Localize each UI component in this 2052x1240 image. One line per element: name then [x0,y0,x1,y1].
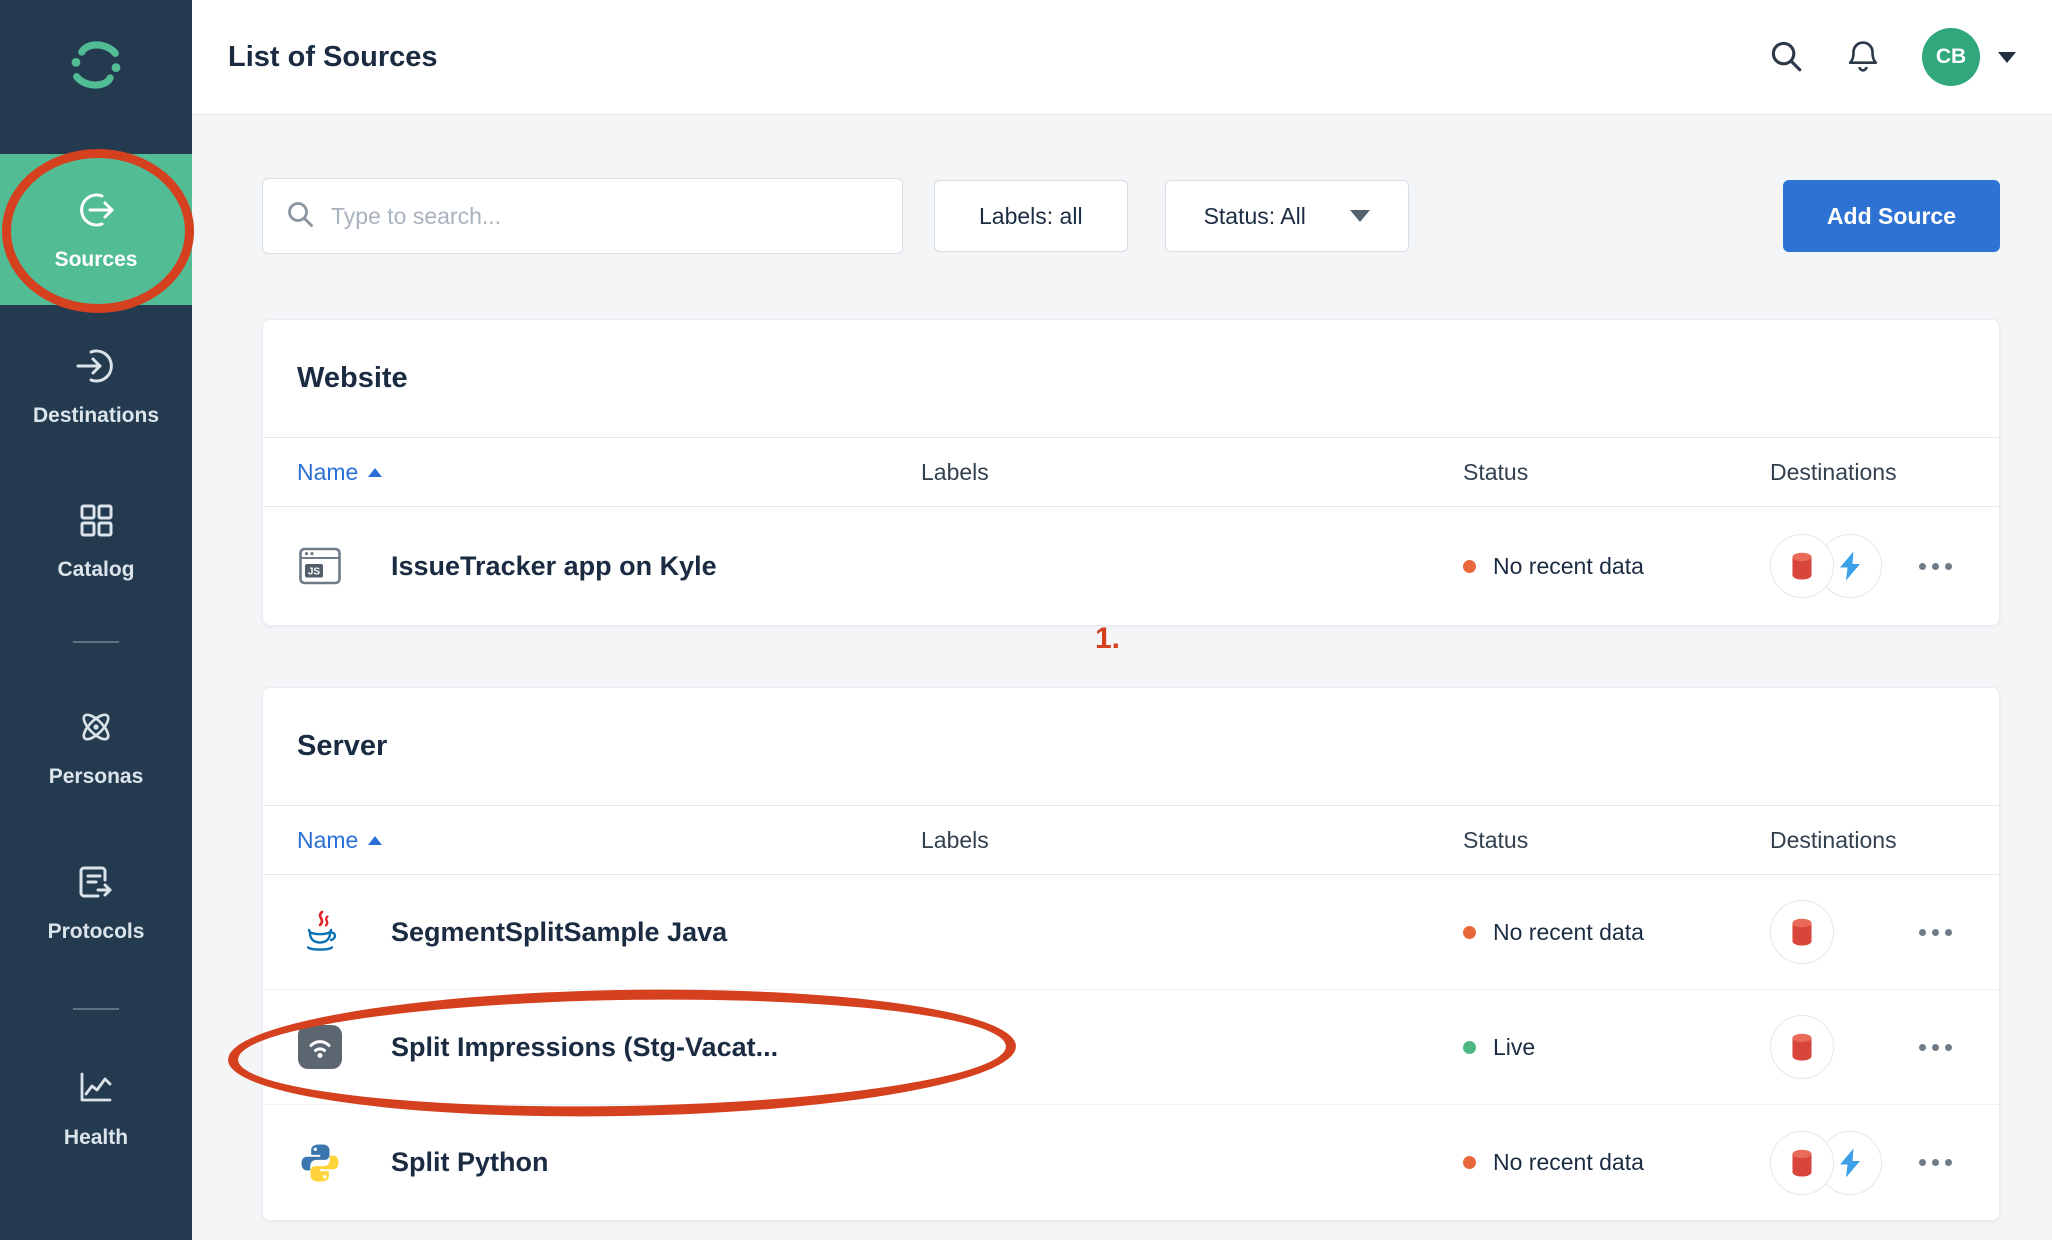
sidebar-item-personas[interactable]: Personas [0,705,192,789]
bolt-icon [1833,1146,1867,1180]
destination-badges [1770,534,1882,598]
row-menu-button[interactable] [1917,919,1954,946]
sidebar-item-label: Sources [55,248,138,272]
top-header: List of Sources CB [192,0,2052,115]
website-section-card: Website Name Labels Status Destinations [262,319,2000,626]
grid-icon [74,498,118,548]
bell-icon [1844,37,1882,78]
table-row[interactable]: Split Impressions (Stg-Vacat... Live [263,990,1999,1105]
database-icon [1784,914,1820,950]
bolt-icon [1833,549,1867,583]
destination-database-badge[interactable] [1770,534,1834,598]
table-row[interactable]: SegmentSplitSample Java No recent data [263,875,1999,990]
section-title: Server [263,688,1999,806]
segment-logo-icon[interactable] [65,34,127,101]
status-cell: No recent data [1463,919,1770,946]
sidebar-divider [73,641,119,643]
status-dot [1463,926,1476,939]
sort-ascending-icon [368,468,382,477]
javascript-icon: JS [297,543,343,589]
database-icon [1784,548,1820,584]
python-icon [297,1140,343,1186]
labels-filter-button[interactable]: Labels: all [934,180,1128,252]
source-name: SegmentSplitSample Java [391,917,727,948]
database-icon [1784,1145,1820,1181]
destination-badges [1770,1015,1834,1079]
row-menu-button[interactable] [1917,553,1954,580]
search-button[interactable] [1768,38,1804,77]
sidebar-item-label: Protocols [48,920,145,944]
destination-badges [1770,900,1834,964]
main-content: Labels: all Status: All Add Source Websi… [192,115,2052,1240]
column-header-status: Status [1463,459,1770,486]
svg-text:JS: JS [308,566,321,577]
search-input[interactable] [331,203,880,230]
column-header-destinations: Destinations [1770,459,1954,486]
column-header-labels: Labels [921,827,1463,854]
status-cell: No recent data [1463,1149,1770,1176]
chevron-down-icon [1350,210,1370,222]
table-row[interactable]: Split Python No recent data [263,1105,1999,1220]
destination-database-badge[interactable] [1770,1131,1834,1195]
status-cell: No recent data [1463,553,1770,580]
sidebar: Sources Destinations Catalog [0,0,192,1240]
atom-icon [74,705,118,755]
sidebar-divider [73,1008,119,1010]
sidebar-item-sources[interactable]: Sources [0,154,192,305]
destination-arrow-icon [74,344,118,394]
source-name: Split Python [391,1147,549,1178]
column-header-status: Status [1463,827,1770,854]
source-name: Split Impressions (Stg-Vacat... [391,1032,778,1063]
sidebar-item-label: Health [64,1126,128,1150]
row-menu-button[interactable] [1917,1034,1954,1061]
wifi-icon [297,1024,343,1070]
column-header-destinations: Destinations [1770,827,1954,854]
status-dot [1463,1156,1476,1169]
source-name: IssueTracker app on Kyle [391,551,717,582]
sort-ascending-icon [368,836,382,845]
status-dot [1463,560,1476,573]
search-icon [285,199,315,234]
search-icon [1768,38,1804,77]
destination-badges [1770,1131,1882,1195]
add-source-button[interactable]: Add Source [1783,180,2000,252]
sidebar-item-label: Destinations [33,404,159,428]
status-cell: Live [1463,1034,1770,1061]
status-filter-dropdown[interactable]: Status: All [1165,180,1409,252]
column-header-name[interactable]: Name [297,459,921,486]
search-box [262,178,903,254]
column-header-labels: Labels [921,459,1463,486]
database-icon [1784,1029,1820,1065]
sidebar-item-label: Personas [49,765,144,789]
header-actions: CB [1768,28,2016,86]
source-arrow-icon [74,188,118,238]
row-menu-button[interactable] [1917,1149,1954,1176]
server-section-card: Server Name Labels Status Destinations [262,687,2000,1221]
table-header: Name Labels Status Destinations [263,806,1999,875]
sidebar-item-protocols[interactable]: Protocols [0,860,192,944]
table-row[interactable]: JS IssueTracker app on Kyle No recent da… [263,507,1999,625]
sidebar-item-label: Catalog [57,558,134,582]
chevron-down-icon[interactable] [1998,52,2016,63]
sidebar-item-health[interactable]: Health [0,1066,192,1150]
notifications-button[interactable] [1844,37,1882,78]
page-title: List of Sources [228,41,438,74]
section-title: Website [263,320,1999,438]
destination-database-badge[interactable] [1770,1015,1834,1079]
document-icon [74,860,118,910]
column-header-name[interactable]: Name [297,827,921,854]
java-icon [297,909,343,955]
status-dot [1463,1041,1476,1054]
avatar[interactable]: CB [1922,28,1980,86]
sidebar-item-destinations[interactable]: Destinations [0,344,192,428]
table-header: Name Labels Status Destinations [263,438,1999,507]
chart-icon [74,1066,118,1116]
destination-database-badge[interactable] [1770,900,1834,964]
filter-toolbar: Labels: all Status: All Add Source [262,178,2000,254]
sidebar-item-catalog[interactable]: Catalog [0,498,192,582]
